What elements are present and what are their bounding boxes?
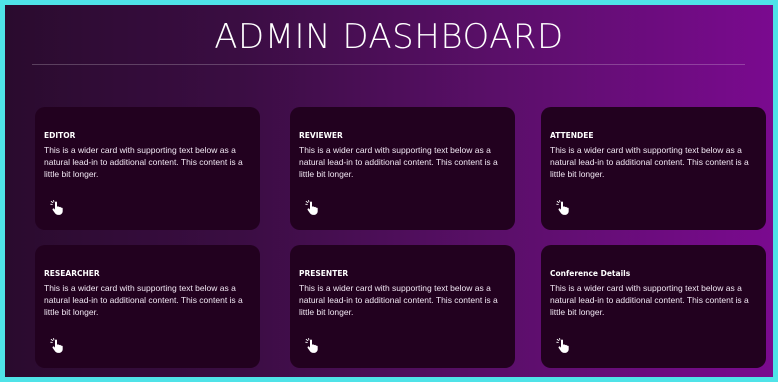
- hand-pointer-icon[interactable]: [556, 200, 572, 216]
- card-editor[interactable]: EDITOR This is a wider card with support…: [35, 107, 260, 230]
- card-conference-details[interactable]: Conference Details This is a wider card …: [541, 245, 766, 368]
- page-title: ADMIN DASHBOARD: [214, 17, 564, 57]
- card-presenter[interactable]: PRESENTER This is a wider card with supp…: [290, 245, 515, 368]
- card-text: This is a wider card with supporting tex…: [550, 283, 749, 317]
- card-attendee[interactable]: ATTENDEE This is a wider card with suppo…: [541, 107, 766, 230]
- card-text: This is a wider card with supporting tex…: [299, 145, 498, 179]
- card-title: REVIEWER: [299, 131, 343, 140]
- card-text: This is a wider card with supporting tex…: [44, 145, 243, 179]
- card-title: RESEARCHER: [44, 269, 100, 278]
- card-title: ATTENDEE: [550, 131, 594, 140]
- hand-pointer-icon[interactable]: [556, 338, 572, 354]
- hand-pointer-icon[interactable]: [50, 338, 66, 354]
- card-title: PRESENTER: [299, 269, 349, 278]
- card-text: This is a wider card with supporting tex…: [44, 283, 243, 317]
- title-divider: [32, 64, 745, 65]
- hand-pointer-icon[interactable]: [305, 338, 321, 354]
- card-title: Conference Details: [550, 269, 631, 278]
- card-researcher[interactable]: RESEARCHER This is a wider card with sup…: [35, 245, 260, 368]
- card-text: This is a wider card with supporting tex…: [299, 283, 498, 317]
- card-reviewer[interactable]: REVIEWER This is a wider card with suppo…: [290, 107, 515, 230]
- hand-pointer-icon[interactable]: [305, 200, 321, 216]
- hand-pointer-icon[interactable]: [50, 200, 66, 216]
- card-text: This is a wider card with supporting tex…: [550, 145, 749, 179]
- card-title: EDITOR: [44, 131, 76, 140]
- dashboard-page: ADMIN DASHBOARD EDITOR This is a wider c…: [5, 5, 773, 377]
